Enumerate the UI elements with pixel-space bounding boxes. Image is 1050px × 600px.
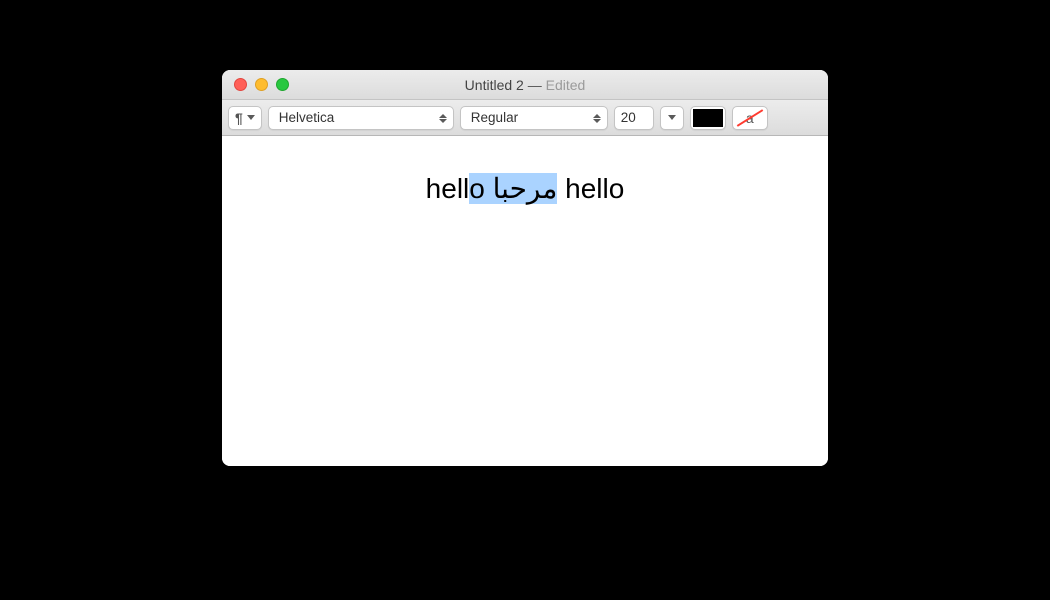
document-status: Edited [546, 77, 586, 93]
font-family-select[interactable]: Helvetica [268, 106, 454, 130]
text-color-swatch[interactable] [690, 106, 726, 130]
text-line[interactable]: hello مرحبا hello [426, 172, 625, 205]
text-before-selection[interactable]: hell [426, 173, 470, 204]
text-after-selection[interactable]: hello [557, 173, 624, 204]
chevron-down-icon [668, 115, 676, 120]
minimize-window-button[interactable] [255, 78, 268, 91]
color-swatch-inner [693, 109, 723, 127]
stepper-icon [593, 110, 603, 128]
close-window-button[interactable] [234, 78, 247, 91]
document-area[interactable]: hello مرحبا hello [222, 136, 828, 466]
paragraph-style-button[interactable]: ¶ [228, 106, 262, 130]
document-name: Untitled 2 [465, 77, 524, 93]
highlight-color-button[interactable]: a [732, 106, 768, 130]
stepper-icon [439, 110, 449, 128]
zoom-window-button[interactable] [276, 78, 289, 91]
title-separator: — [524, 77, 546, 93]
format-toolbar: ¶ Helvetica Regular 20 a [222, 100, 828, 136]
titlebar[interactable]: Untitled 2 — Edited [222, 70, 828, 100]
font-size-dropdown[interactable] [660, 106, 684, 130]
font-size-input[interactable]: 20 [614, 106, 654, 130]
font-weight-value: Regular [471, 110, 518, 125]
chevron-down-icon [247, 115, 255, 120]
text-selection[interactable]: o مرحبا [469, 173, 557, 204]
pilcrow-icon: ¶ [235, 110, 243, 126]
font-family-value: Helvetica [279, 110, 335, 125]
font-size-value: 20 [621, 110, 636, 125]
window-title: Untitled 2 — Edited [222, 77, 828, 93]
text-editor-window: Untitled 2 — Edited ¶ Helvetica Regular … [222, 70, 828, 466]
font-weight-select[interactable]: Regular [460, 106, 608, 130]
traffic-lights [222, 78, 289, 91]
